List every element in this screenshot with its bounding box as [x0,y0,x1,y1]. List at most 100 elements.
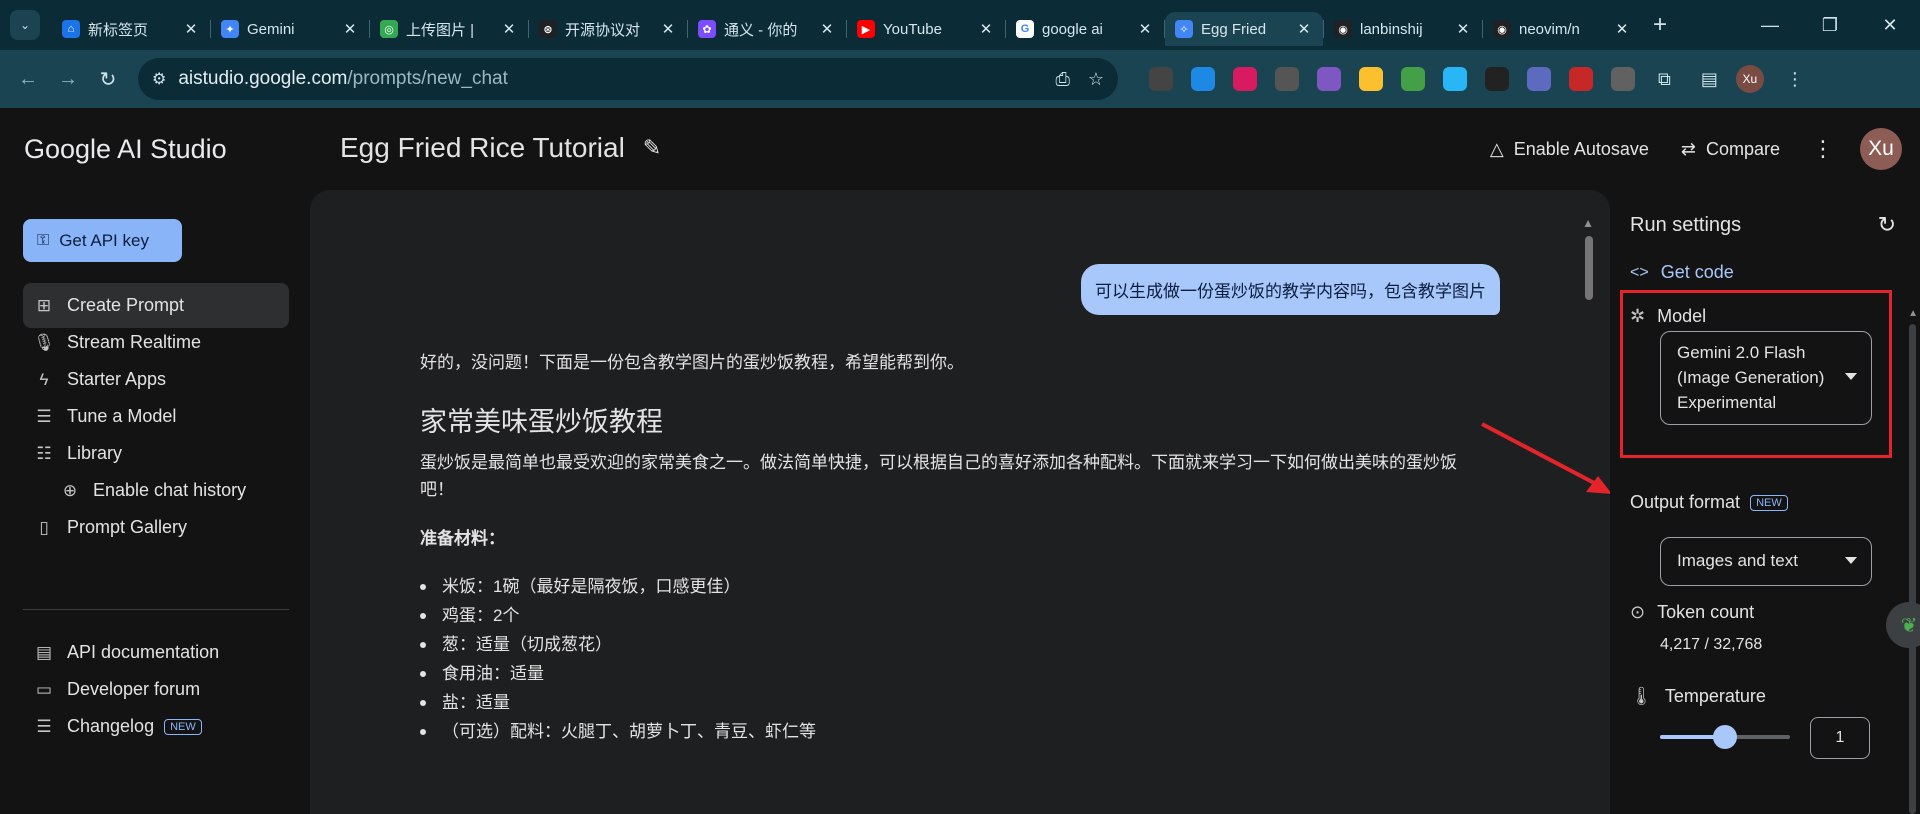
floating-leaf-button[interactable]: ❦ [1886,602,1920,648]
tab-close-icon[interactable]: ✕ [818,20,836,38]
ingredient-item: 葱：适量（切成葱花） [420,630,816,659]
chat-panel: ▲ 可以生成做一份蛋炒饭的教学内容吗，包含教学图片 好的，没问题！下面是一份包含… [310,190,1610,814]
chat-scrollbar-thumb[interactable] [1585,236,1593,300]
browser-tab[interactable]: ◎ 上传图片 | ✕ [370,12,528,46]
forum-icon: ▭ [35,679,53,699]
minimize-icon[interactable]: — [1740,15,1800,36]
translate-ext-icon[interactable] [1233,67,1257,91]
forward-icon[interactable]: → [48,68,88,91]
url-text[interactable]: aistudio.google.com/prompts/new_chat [178,68,1037,90]
sidebar-item-label: Changelog [67,716,155,736]
get-api-key-button[interactable]: ⚿ Get API key [23,219,182,262]
compare-icon: ⇄ [1680,138,1696,159]
tab-close-icon[interactable]: ✕ [341,20,359,38]
new-badge: NEW [1750,494,1788,511]
prompt-title[interactable]: Egg Fried Rice Tutorial [340,132,625,164]
new-tab-button[interactable]: + [1653,11,1667,39]
sidebar-item-changelog[interactable]: ☰ Changelog NEW [23,704,289,749]
browser-tab[interactable]: ⊛ 开源协议对 ✕ [529,12,687,46]
tab-close-icon[interactable]: ✕ [1613,20,1631,38]
globe-ext-icon[interactable] [1191,67,1215,91]
gem-ext-icon[interactable] [1527,67,1551,91]
temperature-slider-knob[interactable] [1713,725,1737,749]
tab-search-button[interactable]: ⌄ [10,10,40,40]
side-panel-icon[interactable]: ▤ [1701,69,1718,90]
token-count-label: ⊙ Token count [1630,602,1754,623]
bookmark-star-icon[interactable]: ☆ [1088,69,1104,90]
arrow-line [1481,422,1601,488]
model-select[interactable]: Gemini 2.0 Flash (Image Generation) Expe… [1660,331,1872,425]
new-badge: NEW [164,718,202,735]
reload-icon[interactable]: ↻ [88,67,128,92]
dropdown-caret-icon [1845,556,1857,564]
browser-tab[interactable]: ✧ Egg Fried ✕ [1165,12,1323,46]
sidebar-item-label: Stream Realtime [67,332,202,352]
install-app-icon[interactable]: ⎙ [1055,69,1069,90]
pen-ext-icon[interactable] [1443,67,1467,91]
reset-settings-icon[interactable]: ↻ [1878,212,1896,238]
browser-tab[interactable]: ◉ neovim/n ✕ [1483,12,1641,46]
crx-ext-icon[interactable] [1611,67,1635,91]
leaf-ext-icon[interactable] [1401,67,1425,91]
tab-close-icon[interactable]: ✕ [182,20,200,38]
lens-ext-icon[interactable] [1275,67,1299,91]
sidebar-item-prompt-gallery[interactable]: ▯ Prompt Gallery [23,505,289,550]
tab-close-icon[interactable]: ✕ [659,20,677,38]
model-label: ✲ Model [1630,306,1706,327]
browser-tab-bar: ⌄ ⌂ 新标签页 ✕ ✦ Gemini ✕ ◎ 上传图片 | ✕ ⊛ 开源协议对 ✕ ✿ 通义 - 你的 ✕… [0,0,1920,50]
compare-button[interactable]: ⇄ Compare [1681,139,1780,160]
tab-close-icon[interactable]: ✕ [1454,20,1472,38]
back-icon[interactable]: ← [8,68,48,91]
ingredient-item: 米饭：1碗（最好是隔夜饭，口感更佳） [420,572,816,601]
browser-tab[interactable]: ⌂ 新标签页 ✕ [52,12,210,46]
address-bar[interactable]: ⚙ aistudio.google.com/prompts/new_chat ⎙… [138,58,1118,100]
restore-icon[interactable]: ❐ [1800,15,1860,36]
check-ext-icon[interactable] [1359,67,1383,91]
settings-scroll-up-icon[interactable]: ▲ [1908,308,1918,319]
target-ext-icon[interactable] [1569,67,1593,91]
bili-ext-icon[interactable] [1485,67,1509,91]
compare-label: Compare [1705,138,1780,159]
window-controls: — ❐ ✕ [1740,0,1920,50]
model-value-line-3: Experimental [1677,393,1777,412]
owl-ext-icon[interactable] [1149,67,1173,91]
model-value-line-1: Gemini 2.0 Flash [1677,343,1806,362]
browser-tab[interactable]: ▶ YouTube ✕ [847,12,1005,46]
temperature-input[interactable]: 1 [1810,717,1870,759]
browser-profile-avatar[interactable]: Xu [1735,65,1764,93]
tab-close-icon[interactable]: ✕ [500,20,518,38]
output-format-value: Images and text [1677,551,1798,570]
user-avatar[interactable]: Xu [1860,128,1902,170]
tab-title: neovim/n [1519,20,1580,38]
tab-close-icon[interactable]: ✕ [1136,20,1154,38]
edit-pencil-icon[interactable]: ✎ [643,135,661,161]
browser-tab[interactable]: ✿ 通义 - 你的 ✕ [688,12,846,46]
enable-autosave-button[interactable]: △ Enable Autosave [1490,139,1649,160]
get-code-button[interactable]: <> Get code [1630,262,1734,283]
tab-close-icon[interactable]: ✕ [977,20,995,38]
add-drive-icon: ⊕ [62,480,78,500]
browser-tab[interactable]: ✦ Gemini ✕ [211,12,369,46]
settings-scrollbar[interactable] [1909,324,1916,814]
browser-menu-icon[interactable]: ⋮ [1786,69,1804,90]
shield-ext-icon[interactable] [1317,67,1341,91]
more-options-icon[interactable]: ⋮ [1812,136,1834,162]
sidebar-item-label: Enable chat history [93,480,247,500]
model-icon: ✲ [1630,306,1646,326]
model-value-line-2: (Image Generation) [1677,368,1825,387]
tab-close-icon[interactable]: ✕ [1295,20,1313,38]
scroll-up-arrow-icon[interactable]: ▲ [1582,216,1594,230]
browser-tab[interactable]: ◉ lanbinshij ✕ [1324,12,1482,46]
site-info-icon[interactable]: ⚙ [152,69,166,89]
browser-tab[interactable]: Ggoogle ai ✕ [1006,12,1164,46]
drive-icon: △ [1489,138,1504,159]
output-format-label: Output format NEW [1630,492,1788,513]
tab-favicon-icon: ▶ [857,20,875,38]
tab-favicon-icon: G [1016,20,1034,38]
app-logo[interactable]: Google AI Studio [24,134,227,165]
temperature-slider[interactable] [1660,725,1790,749]
output-format-select[interactable]: Images and text [1660,537,1872,586]
extensions-puzzle-icon[interactable]: ⧉ [1658,69,1671,90]
close-window-icon[interactable]: ✕ [1860,15,1920,36]
bolt-icon: ϟ [39,369,49,389]
